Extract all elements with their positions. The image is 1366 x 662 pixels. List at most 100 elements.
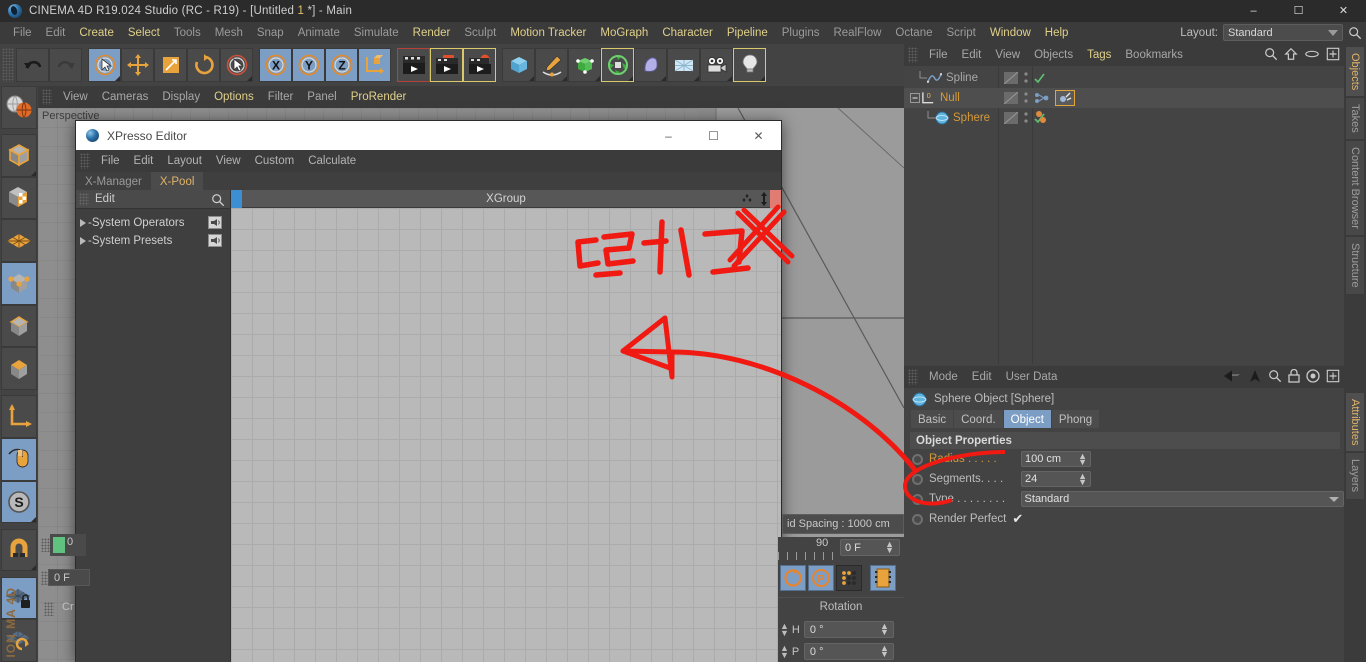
tab-basic[interactable]: Basic	[911, 410, 954, 428]
grid-spacing-field[interactable]: id Spacing : 1000 cm	[782, 514, 904, 534]
menu-character[interactable]: Character	[655, 25, 720, 41]
chevron-right-icon[interactable]	[80, 219, 86, 227]
spline-pen-button[interactable]	[535, 48, 568, 82]
property-row-radius[interactable]: Radius . . . . . 100 cm ▲ ▼	[904, 449, 1344, 469]
menu-snap[interactable]: Snap	[250, 25, 291, 41]
material-create-menu[interactable]: Cr	[62, 601, 74, 613]
keyframe-selection-button[interactable]	[836, 565, 862, 591]
array-modeling-button[interactable]	[601, 48, 634, 82]
vtab-layers[interactable]: Layers	[1345, 452, 1365, 500]
scale-tool-button[interactable]	[154, 48, 187, 82]
camera-expand-corner[interactable]	[727, 76, 732, 81]
menu-help[interactable]: Help	[1038, 25, 1076, 41]
list-item[interactable]: -System Presets	[76, 232, 230, 250]
material-manager-grip[interactable]	[44, 602, 54, 616]
tab-object[interactable]: Object	[1003, 410, 1051, 428]
tag-column[interactable]	[1034, 90, 1075, 106]
back-navigation-icon[interactable]	[1222, 369, 1242, 383]
x-pool-edit-menu[interactable]: Edit	[95, 193, 115, 205]
search-icon[interactable]	[1268, 369, 1282, 383]
property-row-render-perfect[interactable]: Render Perfect ✔	[904, 509, 1344, 529]
nurbs-expand-corner[interactable]	[595, 76, 600, 81]
stepper-icon[interactable]: ▲ ▼	[880, 644, 889, 659]
coordinate-p-input[interactable]: 0 ° ▲ ▼	[803, 643, 894, 660]
soft-selection-corner[interactable]	[31, 517, 36, 523]
menu-octane[interactable]: Octane	[888, 25, 939, 41]
undo-button[interactable]	[16, 48, 49, 82]
xpresso-titlebar[interactable]: XPresso Editor – ☐ ✕	[76, 121, 781, 150]
target-icon[interactable]	[1306, 369, 1320, 383]
model-mode-button[interactable]	[1, 134, 37, 177]
array-expand-corner[interactable]	[628, 76, 633, 81]
vtab-structure[interactable]: Structure	[1345, 235, 1365, 295]
tab-x-manager[interactable]: X-Manager	[76, 172, 151, 190]
live-selection-tool-button[interactable]	[88, 48, 121, 82]
coordinate-h-input[interactable]: 0 ° ▲ ▼	[803, 621, 894, 638]
snap-corner[interactable]	[31, 565, 36, 571]
radius-animation-dot-icon[interactable]	[912, 453, 923, 465]
x-pool-grip[interactable]	[79, 192, 89, 206]
menu-mesh[interactable]: Mesh	[208, 25, 250, 41]
spline-expand-corner[interactable]	[562, 76, 567, 81]
render-view-button[interactable]	[397, 48, 430, 82]
up-navigation-icon[interactable]	[1248, 369, 1262, 383]
menu-window[interactable]: Window	[983, 25, 1038, 41]
texture-mode-button[interactable]	[1, 176, 37, 220]
xpresso-menu-file[interactable]: File	[94, 153, 127, 169]
display-toggle-icon[interactable]	[1004, 72, 1018, 84]
stepper-icon[interactable]: ▲ ▼	[885, 540, 894, 555]
am-menu-mode[interactable]: Mode	[922, 369, 965, 385]
environment-button[interactable]	[667, 48, 700, 82]
current-frame-field[interactable]: 0 F ▲ ▼	[840, 539, 900, 556]
radius-input[interactable]: 100 cm ▲ ▼	[1021, 451, 1091, 467]
visibility-dots-icon[interactable]	[1024, 112, 1028, 124]
om-menu-edit[interactable]: Edit	[955, 47, 989, 63]
link-icon[interactable]	[1304, 48, 1320, 60]
xpresso-tag-icon[interactable]	[1034, 91, 1052, 105]
maximize-button[interactable]: ☐	[1276, 0, 1321, 22]
polygon-mode-button[interactable]	[1, 347, 37, 390]
display-toggle-icon[interactable]	[1004, 92, 1018, 104]
tab-coord[interactable]: Coord.	[954, 410, 1003, 428]
rotate-tool-button[interactable]	[187, 48, 220, 82]
nurbs-generator-button[interactable]	[568, 48, 601, 82]
viewport-menu-view[interactable]: View	[56, 89, 95, 105]
menu-edit[interactable]: Edit	[39, 25, 73, 41]
render-settings-button[interactable]	[463, 48, 496, 82]
viewport-grip[interactable]	[42, 89, 52, 105]
xpresso-minimize-button[interactable]: –	[646, 121, 691, 150]
display-toggle-icon[interactable]	[1004, 112, 1018, 124]
menu-create[interactable]: Create	[72, 25, 121, 41]
tool-expand-corner[interactable]	[115, 76, 120, 81]
stepper-icon[interactable]: ▲ ▼	[1078, 472, 1087, 487]
cube-primitive-button[interactable]	[502, 48, 535, 82]
menu-simulate[interactable]: Simulate	[347, 25, 406, 41]
menu-mograph[interactable]: MoGraph	[593, 25, 655, 41]
snap-magnet-button[interactable]	[1, 528, 37, 572]
menu-sculpt[interactable]: Sculpt	[457, 25, 503, 41]
viewport-menu-prorender[interactable]: ProRender	[344, 89, 414, 105]
type-animation-dot-icon[interactable]	[912, 493, 923, 505]
object-manager-grip[interactable]	[908, 47, 918, 63]
y-axis-lock-button[interactable]: Y	[292, 48, 325, 82]
menu-file[interactable]: File	[6, 25, 39, 41]
object-manager-tree[interactable]: Spline 0 Null Sphere	[904, 66, 1344, 364]
render-perfect-animation-dot-icon[interactable]	[912, 513, 923, 525]
record-position-button[interactable]: P	[808, 565, 834, 591]
world-object-coordinate-button[interactable]	[358, 48, 391, 82]
om-menu-view[interactable]: View	[988, 47, 1027, 63]
environment-expand-corner[interactable]	[694, 76, 699, 81]
minimize-button[interactable]: –	[1231, 0, 1276, 22]
light-button[interactable]	[733, 48, 766, 82]
xpresso-menu-grip[interactable]	[80, 153, 90, 169]
material-tags-icon[interactable]	[1034, 110, 1050, 126]
om-menu-file[interactable]: File	[922, 47, 955, 63]
vtab-takes[interactable]: Takes	[1345, 97, 1365, 141]
axis-modify-button[interactable]	[1, 395, 37, 438]
om-menu-tags[interactable]: Tags	[1080, 47, 1118, 63]
am-menu-user-data[interactable]: User Data	[999, 369, 1065, 385]
move-tool-button[interactable]	[121, 48, 154, 82]
xpresso-close-button[interactable]: ✕	[736, 121, 781, 150]
close-button[interactable]: ✕	[1321, 0, 1366, 22]
tool-expand-corner-2[interactable]	[247, 76, 252, 81]
